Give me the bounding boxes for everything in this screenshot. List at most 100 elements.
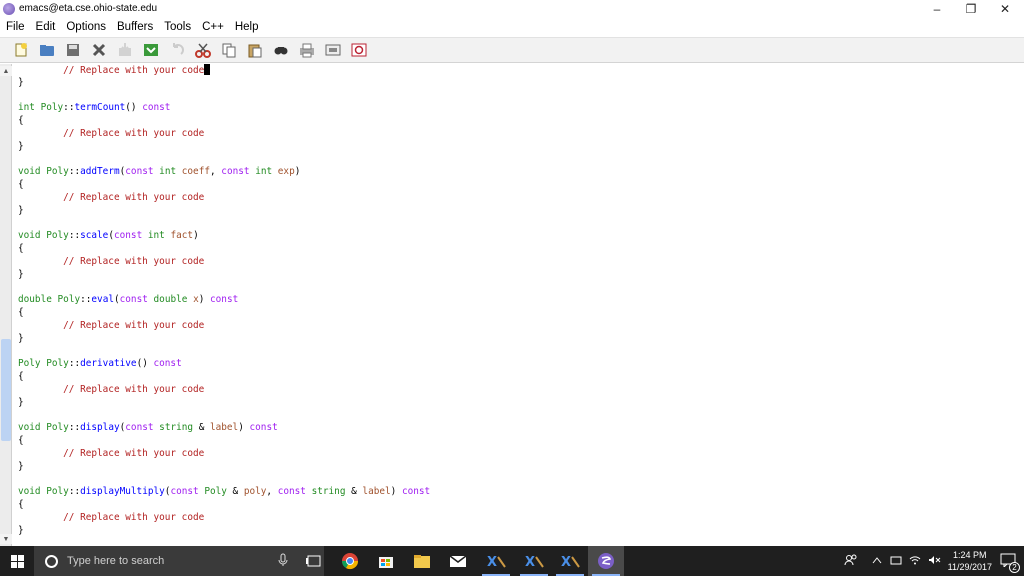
code-line[interactable]: { [18,243,1018,256]
cortana-icon [45,554,58,568]
code-line[interactable]: void Poly::addTerm(const int coeff, cons… [18,166,1018,179]
code-line[interactable]: // Replace with your code [18,512,1018,525]
mail-icon[interactable] [440,546,476,576]
code-token: void [18,422,41,434]
emacs-taskbar-icon[interactable] [588,546,624,576]
code-line[interactable] [18,218,1018,231]
code-line[interactable]: Poly Poly::derivative() const [18,358,1018,371]
code-line[interactable]: // Replace with your code [18,64,1018,77]
paste-icon[interactable] [246,41,264,59]
print-icon[interactable] [298,41,316,59]
chevron-up-icon[interactable] [872,556,882,567]
code-token: ) [294,166,301,178]
code-token: void [18,486,41,498]
text-cursor [204,64,211,75]
code-token: } [18,76,24,88]
store-icon[interactable] [368,546,404,576]
save-icon[interactable] [64,41,82,59]
menu-help[interactable]: Help [235,21,259,33]
volume-icon[interactable] [928,555,942,568]
code-line[interactable]: } [18,461,1018,474]
dired-icon[interactable] [142,41,160,59]
code-line[interactable]: // Replace with your code [18,192,1018,205]
code-line[interactable]: { [18,179,1018,192]
menu-file[interactable]: File [6,21,25,33]
vertical-scrollbar[interactable]: ▲ ▼ [0,64,12,546]
code-line[interactable]: } [18,397,1018,410]
cut-icon[interactable] [194,41,212,59]
help-icon[interactable] [350,41,368,59]
clock[interactable]: 1:24 PM 11/29/2017 [948,549,992,573]
wifi-icon[interactable] [909,555,921,568]
code-token: { [18,179,24,191]
xming-icon-1[interactable]: X [478,546,514,576]
code-line[interactable]: } [18,525,1018,538]
code-token: Poly [204,486,227,498]
code-token: { [18,243,24,255]
chrome-icon[interactable] [332,546,368,576]
code-line[interactable] [18,282,1018,295]
taskbar-search[interactable]: Type here to search [34,546,324,576]
code-line[interactable]: { [18,435,1018,448]
code-token: derivative [80,358,137,370]
close-icon[interactable] [90,41,108,59]
code-line[interactable]: { [18,371,1018,384]
editor-area[interactable]: ▲ ▼ // Replace with your code}int Poly::… [0,64,1024,546]
scroll-up-icon[interactable]: ▲ [0,66,12,76]
code-line[interactable]: double Poly::eval(const double x) const [18,294,1018,307]
code-line[interactable]: } [18,141,1018,154]
close-window-button[interactable]: ✕ [988,0,1022,17]
code-line[interactable]: // Replace with your code [18,256,1018,269]
code-line[interactable]: } [18,77,1018,90]
code-line[interactable]: } [18,333,1018,346]
code-line[interactable]: } [18,205,1018,218]
copy-icon[interactable] [220,41,238,59]
taskbar: Type here to search X X X 1:24 PM 11/29/… [0,546,1024,576]
task-view-icon[interactable] [296,546,332,576]
microphone-icon[interactable] [278,553,288,570]
preferences-icon[interactable] [324,41,342,59]
code-buffer[interactable]: // Replace with your code}int Poly::term… [18,64,1018,537]
minimize-button[interactable]: – [920,0,954,17]
code-line[interactable] [18,410,1018,423]
code-line[interactable]: { [18,307,1018,320]
search-icon[interactable] [272,41,290,59]
code-line[interactable]: } [18,269,1018,282]
code-line[interactable]: // Replace with your code [18,384,1018,397]
code-line[interactable] [18,346,1018,359]
undo-icon[interactable] [168,41,186,59]
start-button[interactable] [0,546,34,576]
menu-options[interactable]: Options [66,21,106,33]
code-line[interactable]: // Replace with your code [18,448,1018,461]
restore-button[interactable]: ❐ [954,0,988,17]
keyboard-icon[interactable] [890,555,902,568]
code-line[interactable] [18,154,1018,167]
open-folder-icon[interactable] [38,41,56,59]
menu-buffers[interactable]: Buffers [117,21,153,33]
code-token: } [18,204,24,216]
code-line[interactable] [18,474,1018,487]
menu-tools[interactable]: Tools [164,21,191,33]
code-line[interactable]: void Poly::scale(const int fact) [18,230,1018,243]
xming-icon-2[interactable]: X [516,546,552,576]
code-token: double [18,294,52,306]
code-line[interactable]: // Replace with your code [18,128,1018,141]
code-line[interactable]: // Replace with your code [18,320,1018,333]
code-line[interactable]: { [18,115,1018,128]
menu-cpp[interactable]: C++ [202,21,224,33]
scroll-thumb[interactable] [1,339,11,441]
people-icon[interactable] [844,554,858,569]
code-line[interactable] [18,90,1018,103]
code-line[interactable]: void Poly::displayMultiply(const Poly & … [18,486,1018,499]
code-line[interactable]: void Poly::display(const string & label)… [18,422,1018,435]
code-line[interactable]: int Poly::termCount() const [18,102,1018,115]
save-as-icon[interactable] [116,41,134,59]
notifications-icon[interactable]: 2 [1000,553,1020,573]
xming-icon-3[interactable]: X [552,546,588,576]
file-explorer-icon[interactable] [404,546,440,576]
code-token: & [345,486,363,498]
code-line[interactable]: { [18,499,1018,512]
menu-edit[interactable]: Edit [36,21,56,33]
new-file-icon[interactable] [12,41,30,59]
scroll-down-icon[interactable]: ▼ [0,534,12,544]
